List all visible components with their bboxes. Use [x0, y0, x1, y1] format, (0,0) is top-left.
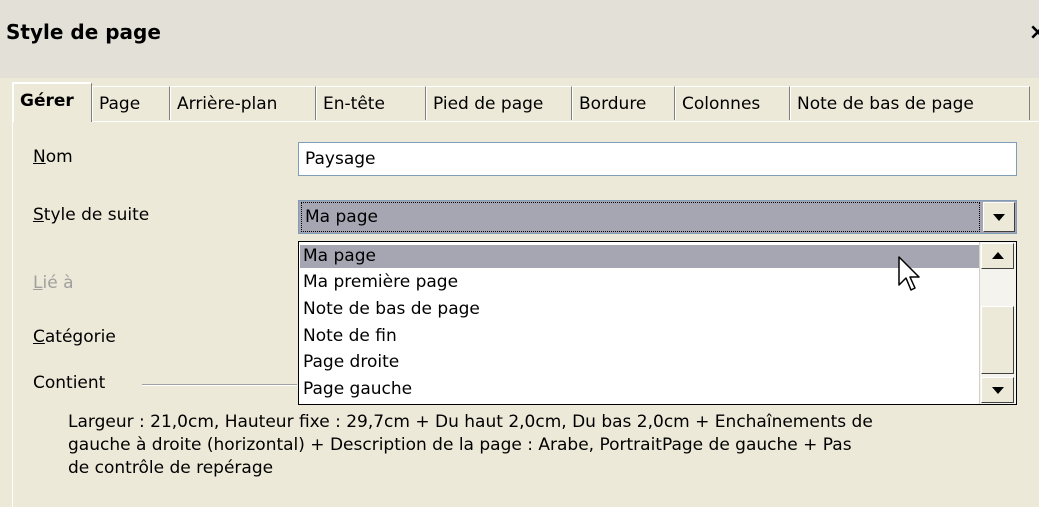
lie-a-label: Lié à	[33, 273, 74, 293]
scroll-up-button[interactable]	[981, 243, 1014, 269]
tab-bar: Gérer Page Arrière-plan En-tête Pied de …	[12, 78, 1039, 122]
tab-gerer[interactable]: Gérer	[12, 82, 92, 122]
tab-note-de-bas-de-page[interactable]: Note de bas de page	[790, 86, 1030, 120]
nom-label: Nom	[33, 147, 73, 167]
description-line: gauche à droite (horizontal) + Descripti…	[68, 435, 852, 455]
tab-en-tete[interactable]: En-tête	[316, 86, 426, 120]
list-item[interactable]: Page gauche	[300, 378, 979, 401]
title-bar: Style de page ×	[0, 0, 1039, 78]
description-line: de contrôle de repérage	[68, 458, 274, 478]
contient-label: Contient	[33, 373, 106, 393]
nom-field[interactable]: Paysage	[298, 142, 1017, 176]
categorie-label: Catégorie	[33, 327, 116, 347]
style-de-suite-select[interactable]: Ma page	[298, 200, 1017, 234]
mouse-pointer-icon	[898, 256, 920, 291]
list-item[interactable]: Page droite	[300, 351, 979, 374]
close-icon[interactable]: ×	[1029, 20, 1039, 45]
list-item[interactable]: Note de fin	[300, 325, 979, 348]
style-de-suite-value: Ma page	[301, 202, 980, 232]
list-item[interactable]: Ma première page	[300, 271, 979, 294]
list-item[interactable]: Note de bas de page	[300, 298, 979, 321]
group-divider	[142, 384, 297, 386]
list-item[interactable]: Ma page	[300, 245, 979, 268]
dropdown-button[interactable]	[983, 202, 1015, 232]
page-style-dialog: Style de page × Gérer Page Arrière-plan …	[0, 0, 1039, 507]
tab-page[interactable]: Page	[92, 86, 170, 120]
tab-pied-de-page[interactable]: Pied de page	[426, 86, 572, 120]
chevron-down-icon	[993, 214, 1005, 221]
tab-colonnes[interactable]: Colonnes	[675, 86, 790, 120]
tab-arriere-plan[interactable]: Arrière-plan	[170, 86, 316, 120]
scroll-thumb[interactable]	[981, 306, 1014, 374]
chevron-down-icon	[991, 387, 1004, 394]
chevron-up-icon	[991, 252, 1004, 259]
style-de-suite-label: Style de suite	[33, 205, 150, 225]
scroll-down-button[interactable]	[981, 377, 1014, 403]
dialog-title: Style de page	[6, 20, 161, 44]
tab-bordure[interactable]: Bordure	[572, 86, 675, 120]
dropdown-scrollbar[interactable]	[979, 242, 1016, 404]
description-line: Largeur : 21,0cm, Hauteur fixe : 29,7cm …	[68, 412, 873, 432]
style-description: Largeur : 21,0cm, Hauteur fixe : 29,7cm …	[68, 411, 988, 480]
